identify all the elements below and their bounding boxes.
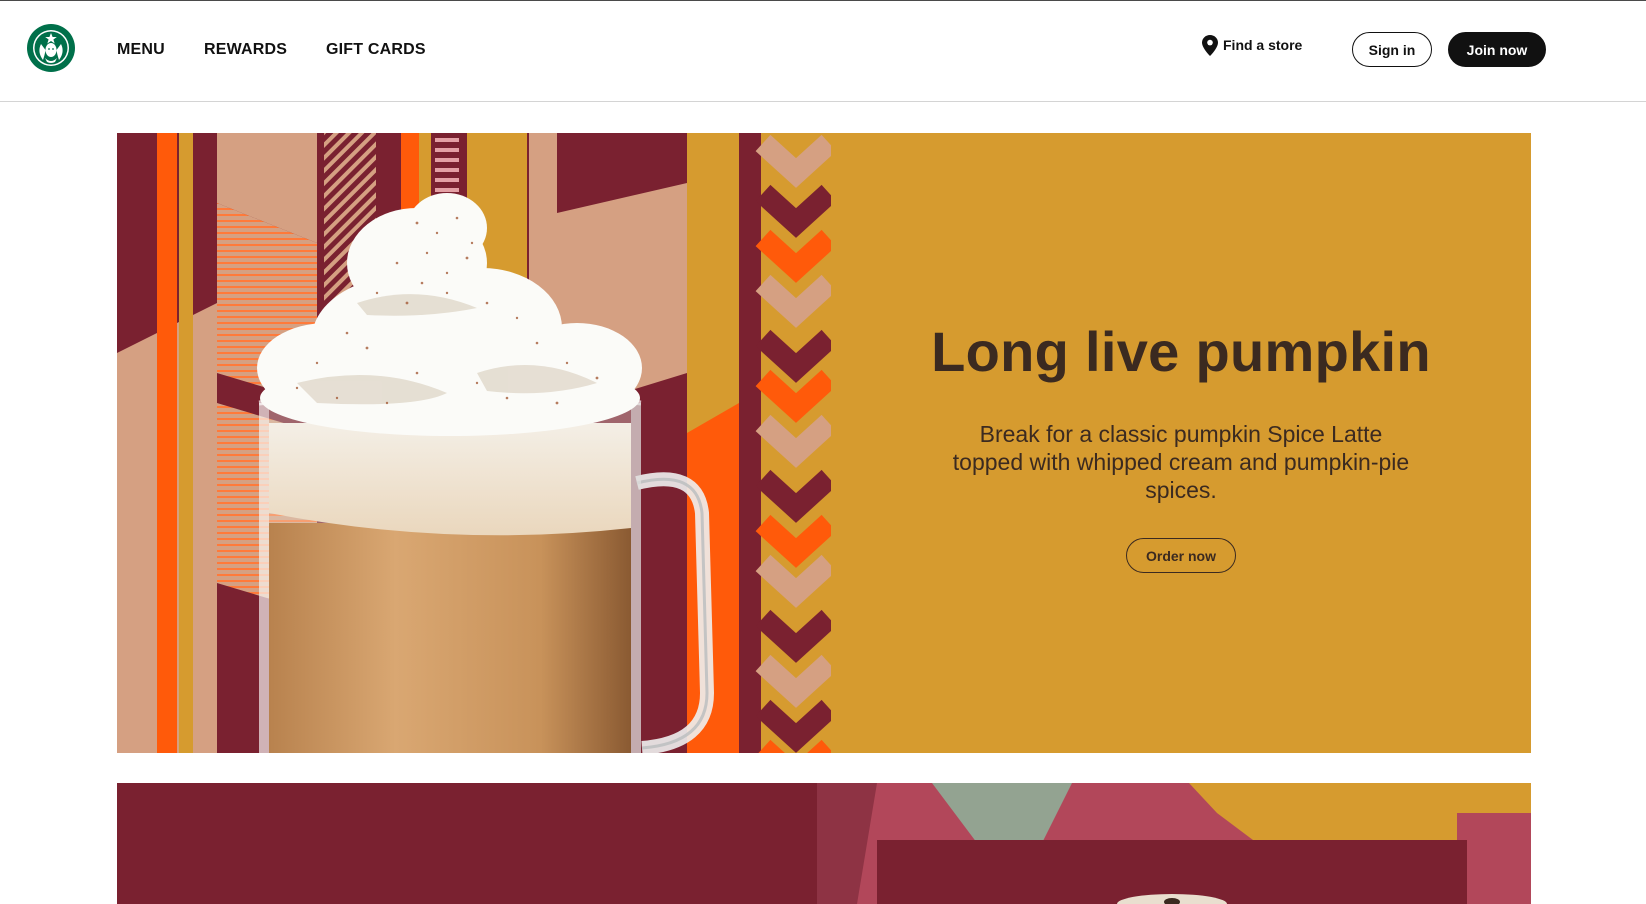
join-now-button[interactable]: Join now: [1448, 32, 1546, 67]
find-store-label: Find a store: [1223, 37, 1303, 53]
secondary-promo: [117, 783, 1531, 904]
nav-gift-cards[interactable]: GIFT CARDS: [326, 41, 426, 59]
site-header: MENU REWARDS GIFT CARDS Find a store Sig…: [0, 0, 1646, 102]
secondary-promo-image: [117, 783, 1531, 904]
sign-in-button[interactable]: Sign in: [1352, 32, 1432, 67]
hero-promo: Long live pumpkin Break for a classic pu…: [117, 133, 1531, 753]
find-store-link[interactable]: Find a store: [1202, 34, 1302, 56]
nav-rewards[interactable]: REWARDS: [204, 41, 287, 59]
pumpkin-spice-latte-image: [117, 133, 831, 753]
hero-description: Break for a classic pumpkin Spice Latte …: [952, 421, 1410, 503]
location-pin-icon: [1202, 34, 1218, 56]
hero-title: Long live pumpkin: [931, 320, 1431, 383]
order-now-button[interactable]: Order now: [1126, 538, 1236, 573]
starbucks-logo-icon[interactable]: [27, 24, 75, 72]
nav-menu[interactable]: MENU: [117, 41, 165, 59]
hero-text-panel: Long live pumpkin Break for a classic pu…: [831, 133, 1531, 753]
